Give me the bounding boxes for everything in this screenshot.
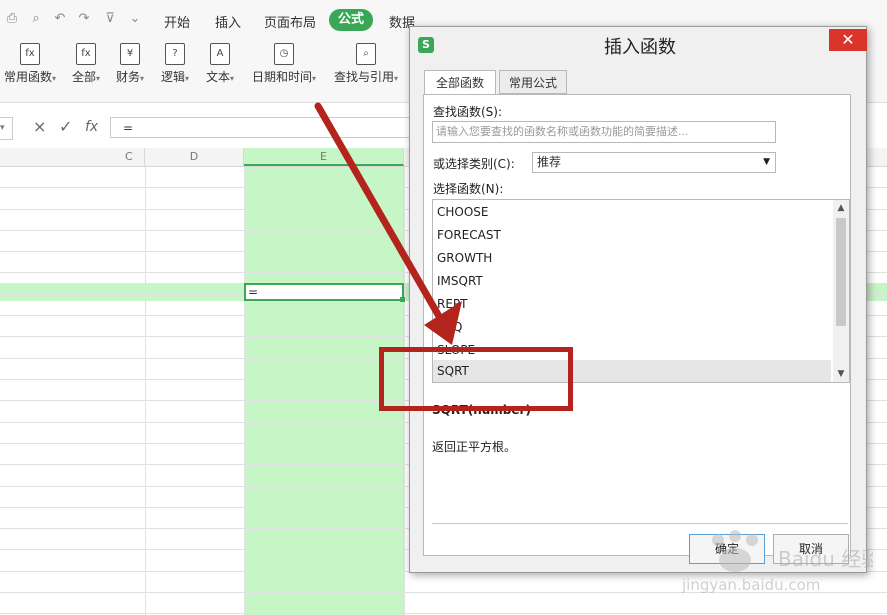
watermark-brand: Baidu 经验 [778, 547, 873, 571]
annotation-highlight-box [379, 347, 573, 411]
arrow-head [424, 301, 462, 345]
watermark-url: jingyan.baidu.com [681, 576, 820, 594]
arrow-shaft [314, 102, 444, 322]
paw-icon [712, 534, 724, 546]
watermark: Baidu 经验 jingyan.baidu.com [681, 530, 873, 594]
